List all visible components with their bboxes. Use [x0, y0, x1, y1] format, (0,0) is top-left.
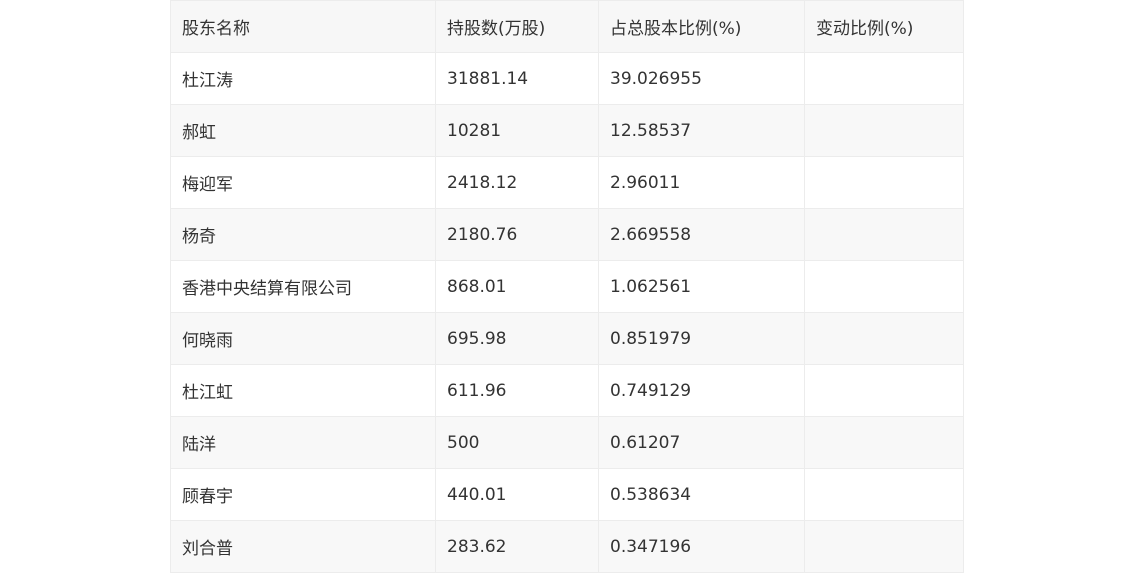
cell-shareholder-name: 刘合普	[170, 520, 436, 573]
cell-shares-held: 500	[435, 416, 599, 469]
table-row: 香港中央结算有限公司 868.01 1.062561	[170, 260, 964, 313]
cell-share-ratio: 1.062561	[598, 260, 805, 313]
table-row: 顾春宇 440.01 0.538634	[170, 468, 964, 521]
cell-share-ratio: 0.851979	[598, 312, 805, 365]
cell-share-ratio: 0.749129	[598, 364, 805, 417]
cell-change-ratio	[804, 416, 964, 469]
table-row: 刘合普 283.62 0.347196	[170, 520, 964, 573]
cell-change-ratio	[804, 312, 964, 365]
cell-change-ratio	[804, 520, 964, 573]
header-share-ratio: 占总股本比例(%)	[598, 0, 805, 53]
table-row: 杜江涛 31881.14 39.026955	[170, 52, 964, 105]
cell-shareholder-name: 梅迎军	[170, 156, 436, 209]
cell-shares-held: 440.01	[435, 468, 599, 521]
cell-shares-held: 31881.14	[435, 52, 599, 105]
cell-shareholder-name: 顾春宇	[170, 468, 436, 521]
cell-shares-held: 868.01	[435, 260, 599, 313]
cell-share-ratio: 12.58537	[598, 104, 805, 157]
cell-change-ratio	[804, 364, 964, 417]
cell-change-ratio	[804, 468, 964, 521]
table-row: 陆洋 500 0.61207	[170, 416, 964, 469]
cell-shareholder-name: 何晓雨	[170, 312, 436, 365]
table-row: 郝虹 10281 12.58537	[170, 104, 964, 157]
cell-share-ratio: 0.61207	[598, 416, 805, 469]
cell-change-ratio	[804, 208, 964, 261]
cell-share-ratio: 2.96011	[598, 156, 805, 209]
cell-change-ratio	[804, 104, 964, 157]
cell-shareholder-name: 杨奇	[170, 208, 436, 261]
cell-share-ratio: 0.538634	[598, 468, 805, 521]
header-shares-held: 持股数(万股)	[435, 0, 599, 53]
shareholder-table: 股东名称 持股数(万股) 占总股本比例(%) 变动比例(%) 杜江涛 31881…	[170, 0, 964, 573]
cell-change-ratio	[804, 52, 964, 105]
table-row: 杜江虹 611.96 0.749129	[170, 364, 964, 417]
cell-shareholder-name: 杜江涛	[170, 52, 436, 105]
header-shareholder-name: 股东名称	[170, 0, 436, 53]
header-change-ratio: 变动比例(%)	[804, 0, 964, 53]
cell-shareholder-name: 郝虹	[170, 104, 436, 157]
cell-change-ratio	[804, 156, 964, 209]
cell-shares-held: 2418.12	[435, 156, 599, 209]
table-row: 梅迎军 2418.12 2.96011	[170, 156, 964, 209]
cell-shares-held: 611.96	[435, 364, 599, 417]
cell-change-ratio	[804, 260, 964, 313]
cell-shares-held: 695.98	[435, 312, 599, 365]
table-row: 杨奇 2180.76 2.669558	[170, 208, 964, 261]
table-header-row: 股东名称 持股数(万股) 占总股本比例(%) 变动比例(%)	[170, 0, 964, 53]
cell-shareholder-name: 香港中央结算有限公司	[170, 260, 436, 313]
cell-shares-held: 2180.76	[435, 208, 599, 261]
cell-shareholder-name: 杜江虹	[170, 364, 436, 417]
cell-shares-held: 10281	[435, 104, 599, 157]
table-row: 何晓雨 695.98 0.851979	[170, 312, 964, 365]
cell-share-ratio: 2.669558	[598, 208, 805, 261]
cell-shareholder-name: 陆洋	[170, 416, 436, 469]
cell-share-ratio: 39.026955	[598, 52, 805, 105]
cell-share-ratio: 0.347196	[598, 520, 805, 573]
shareholder-table-container: 股东名称 持股数(万股) 占总股本比例(%) 变动比例(%) 杜江涛 31881…	[170, 0, 964, 573]
cell-shares-held: 283.62	[435, 520, 599, 573]
